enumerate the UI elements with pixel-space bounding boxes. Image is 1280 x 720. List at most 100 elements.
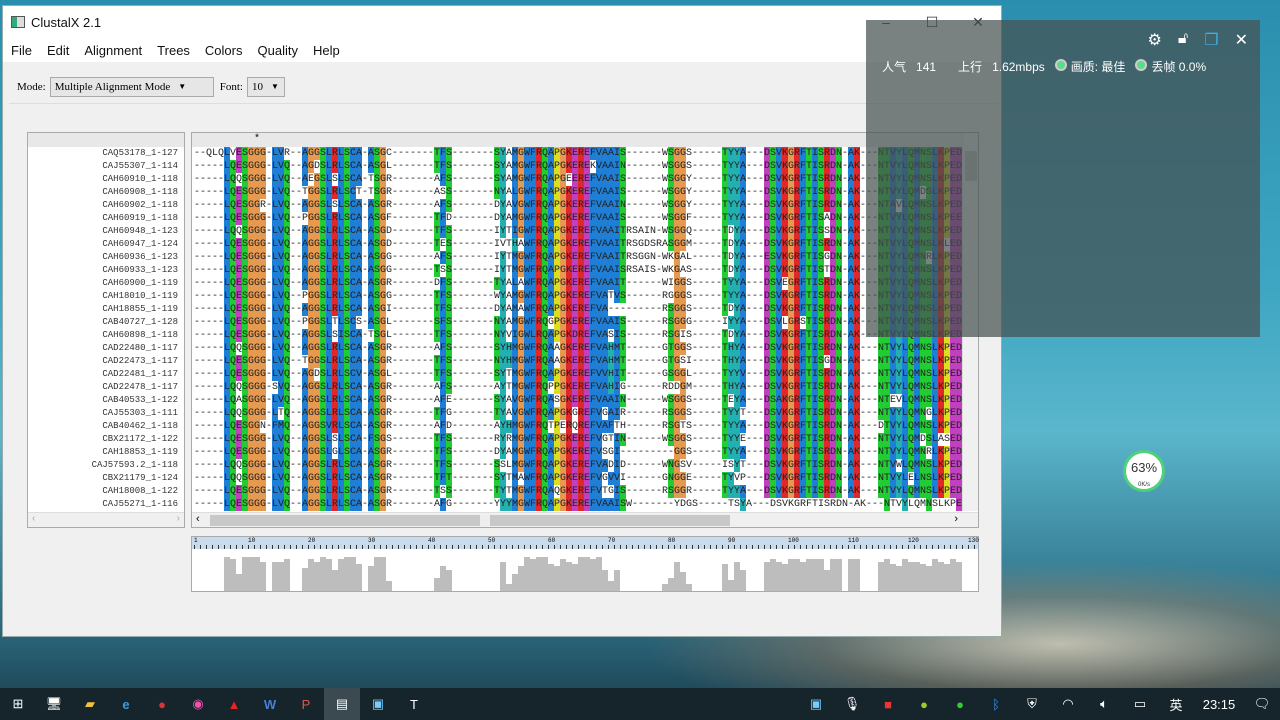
sequence-name[interactable]: CAH60933_1-123 <box>28 264 184 277</box>
menu-alignment[interactable]: Alignment <box>76 43 149 58</box>
sequence-row[interactable]: -----LQESGGG-LVQ--AGGSLRLSCA-ASGG-------… <box>192 264 978 277</box>
sequence-row[interactable]: -----LQQSGGG-LVQ--AGGSLRLSCA-ASGD-------… <box>192 225 978 238</box>
network-gauge[interactable]: 63% 0K/s <box>1123 450 1165 492</box>
sequence-row[interactable]: -----LQESGGG-LVQ--PGGSLRLSCA-ASGG-------… <box>192 290 978 303</box>
gear-icon[interactable]: ⚙ <box>1148 30 1162 50</box>
sequence-name[interactable]: CAH18855_1-119 <box>28 303 184 316</box>
sequence-name[interactable]: CAJ55303_1-111 <box>28 407 184 420</box>
sequence-name[interactable]: CAH18008_1-122 <box>28 485 184 498</box>
menu-edit[interactable]: Edit <box>39 43 76 58</box>
sequence-row[interactable]: -----LQQSGGG-LVQ--AGGSLRLSCA-ASGR-------… <box>192 459 978 472</box>
bluetooth-icon[interactable]: ᛒ <box>978 688 1014 720</box>
sequence-name[interactable]: CAH60910_1-118 <box>28 173 184 186</box>
word-icon[interactable]: W <box>252 688 288 720</box>
sequence-name[interactable]: CBX21172_1-122 <box>28 433 184 446</box>
powerpoint-icon[interactable]: P <box>288 688 324 720</box>
screen-share-icon[interactable]: ❐ <box>1204 30 1218 50</box>
sequence-name[interactable]: CAJ57593.2_1-118 <box>28 459 184 472</box>
sequence-row[interactable]: -----LQESGGN-FMQ--AGGSVRLSCA-ASGR-------… <box>192 420 978 433</box>
sequence-row[interactable]: -----LQESGGG-LVQ--AGGSLSLSCA-FSGS-------… <box>192 433 978 446</box>
battery-icon[interactable]: ▭ <box>1122 688 1158 720</box>
sequence-name[interactable]: CAH60898_1-118 <box>28 329 184 342</box>
clock[interactable]: 23:15 <box>1194 688 1244 720</box>
sequence-name[interactable]: CAB40727_1-128 <box>28 316 184 329</box>
sequence-name[interactable]: CAH60902_1-118 <box>28 199 184 212</box>
sequence-name[interactable]: CAH18010_1-119 <box>28 290 184 303</box>
sequence-row[interactable]: -----LQESGGG-LVQ--AGDSLRLSCA-ASGL-------… <box>192 160 978 173</box>
sequence-name[interactable]: CAH60948_1-123 <box>28 225 184 238</box>
sequence-row[interactable]: -----LQQSGGG-SVQ--AGGSLRLSCA-ASGR-------… <box>192 381 978 394</box>
sequence-name[interactable]: CAH60908_1-118 <box>28 186 184 199</box>
sequence-name[interactable]: CAJ55307_1-114 <box>28 160 184 173</box>
close-icon[interactable]: ✕ <box>1235 30 1248 50</box>
sequence-row[interactable]: -----LQASGGG-LVQ--AGGSLRLSCA-ASGR-------… <box>192 394 978 407</box>
sequence-row[interactable]: -----LQESGGG-LVQ--PGGSLTLSCS-ASGL-------… <box>192 316 978 329</box>
sequence-row[interactable]: -----LQESGGG-LVQ--PGGSLRLSCA-ASGF-------… <box>192 212 978 225</box>
sequence-row[interactable]: -----LQESGGG-LVQ--AGDSLRLSCV-ASGL-------… <box>192 368 978 381</box>
sequence-row[interactable]: -----LQESGGG-LVQ--AGGSLRLSCA-ASGI-------… <box>192 303 978 316</box>
scroll-left-icon[interactable]: ‹ <box>32 513 35 524</box>
menu-colors[interactable]: Colors <box>197 43 250 58</box>
security-icon[interactable]: ⛨ <box>1014 688 1050 720</box>
sequence-name[interactable]: CAD22473_1-117 <box>28 355 184 368</box>
sequence-row[interactable]: -----LQESGGG-LVQ--TGGSLRLSCT-TSGR-------… <box>192 186 978 199</box>
sequence-row[interactable]: -----LQESGGG-LVQ--AGGSLSISCA-TSGL-------… <box>192 329 978 342</box>
sequence-row[interactable]: -----LQQSGGG-LTQ--AGGSLRLSCA-ASGR-------… <box>192 407 978 420</box>
sequence-name[interactable]: CAH60936_1-123 <box>28 251 184 264</box>
scroll-left-icon[interactable]: ‹ <box>196 513 200 525</box>
clustalx-taskbar-icon[interactable]: ▤ <box>324 688 360 720</box>
menu-file[interactable]: File <box>3 43 39 58</box>
app-red-icon[interactable]: ● <box>144 688 180 720</box>
sequence-row[interactable]: -----LQQSGGG-LVQ--AGGSLRLSCA-ASGR-------… <box>192 342 978 355</box>
sequence-name[interactable]: CAH60947_1-124 <box>28 238 184 251</box>
tray-green-icon[interactable]: ● <box>906 688 942 720</box>
app-blue-icon[interactable]: ▣ <box>360 688 396 720</box>
names-horizontal-scrollbar[interactable]: ‹ › <box>28 512 184 527</box>
sequence-name[interactable]: CAJ55271_1-116 <box>28 498 184 511</box>
sequence-row[interactable]: -----LQESGGR-LVQ--AGGSLSLSCA-ASGR-------… <box>192 199 978 212</box>
sequence-name[interactable]: CAD22478_1-117 <box>28 381 184 394</box>
chrome-icon[interactable]: ◉ <box>180 688 216 720</box>
tray-red-icon[interactable]: ■ <box>870 688 906 720</box>
sequence-name[interactable]: CAH18853_1-119 <box>28 446 184 459</box>
unlock-icon[interactable]: 🔓︎ <box>1178 30 1188 50</box>
font-select[interactable]: 10 ▼ <box>246 76 285 97</box>
volume-icon[interactable]: 🔈︎ <box>1086 688 1122 720</box>
file-explorer-icon[interactable]: ▰ <box>72 688 108 720</box>
wifi-icon[interactable]: ◠ <box>1050 688 1086 720</box>
computer-icon[interactable]: 🖥︎ <box>36 688 72 720</box>
scroll-right-icon[interactable]: › <box>177 513 180 524</box>
sequence-row[interactable]: -----LQESGGG-LVQ--AGGSLRLSCA-ASGD-------… <box>192 238 978 251</box>
sequence-name[interactable]: CAQ53178_1-127 <box>28 147 184 160</box>
sequence-row[interactable]: -----LQESGGG-LVQ--AGGSLRLSCA-ASGR-------… <box>192 498 978 511</box>
scroll-right-icon[interactable]: › <box>954 513 958 525</box>
menu-trees[interactable]: Trees <box>149 43 197 58</box>
sequence-name[interactable]: CAD22480_1-117 <box>28 342 184 355</box>
sequence-name[interactable]: CAD22481_1-117 <box>28 368 184 381</box>
sequence-row[interactable]: -----LQESGGG-LVQ--AGGSLRLSCA-ASGR-------… <box>192 485 978 498</box>
sequence-name[interactable]: CAB40533_1-122 <box>28 394 184 407</box>
sequence-row[interactable]: -----LQESGGG-LVQ--AGGSLRLSCA-ASGG-------… <box>192 251 978 264</box>
sequence-name[interactable]: CAB40462_1-118 <box>28 420 184 433</box>
sequence-name[interactable]: CAH60919_1-118 <box>28 212 184 225</box>
menu-quality[interactable]: Quality <box>250 43 305 58</box>
sequence-row[interactable]: -----LQESGGG-LVQ--AGGSLRLSCA-ASGR-------… <box>192 277 978 290</box>
sequence-row[interactable]: -----LQESGGG-LVQ--TGGSLRLSCA-ASGR-------… <box>192 355 978 368</box>
acrobat-icon[interactable]: ▲ <box>216 688 252 720</box>
mode-select[interactable]: Multiple Alignment Mode ▼ <box>49 76 214 97</box>
sequence-row[interactable]: -----LQESGGG-LVQ--AGGSLGLSCA-ASGR-------… <box>192 446 978 459</box>
menu-help[interactable]: Help <box>305 43 347 58</box>
sequence-row[interactable]: --QLQLVESGGG-LVR--AGGSLRLSCA-ASGC-------… <box>192 147 978 160</box>
start-icon[interactable]: ⊞ <box>0 688 36 720</box>
microphone-icon[interactable]: 🎙︎ <box>834 688 870 720</box>
ime-indicator[interactable]: 英 <box>1158 688 1194 720</box>
tray-app-icon[interactable]: ▣ <box>798 688 834 720</box>
sequence-name[interactable]: CAH60900_1-119 <box>28 277 184 290</box>
horizontal-scroll-thumb[interactable] <box>210 515 730 526</box>
typora-icon[interactable]: T <box>396 688 432 720</box>
sequence-row[interactable]: -----LQQSGGG-LVQ--AEGSLSLSCA-TSGR-------… <box>192 173 978 186</box>
wechat-icon[interactable]: ● <box>942 688 978 720</box>
alignment-horizontal-scrollbar[interactable]: ‹ › <box>192 512 978 527</box>
sequence-name[interactable]: CBX21179_1-124 <box>28 472 184 485</box>
edge-icon[interactable]: e <box>108 688 144 720</box>
